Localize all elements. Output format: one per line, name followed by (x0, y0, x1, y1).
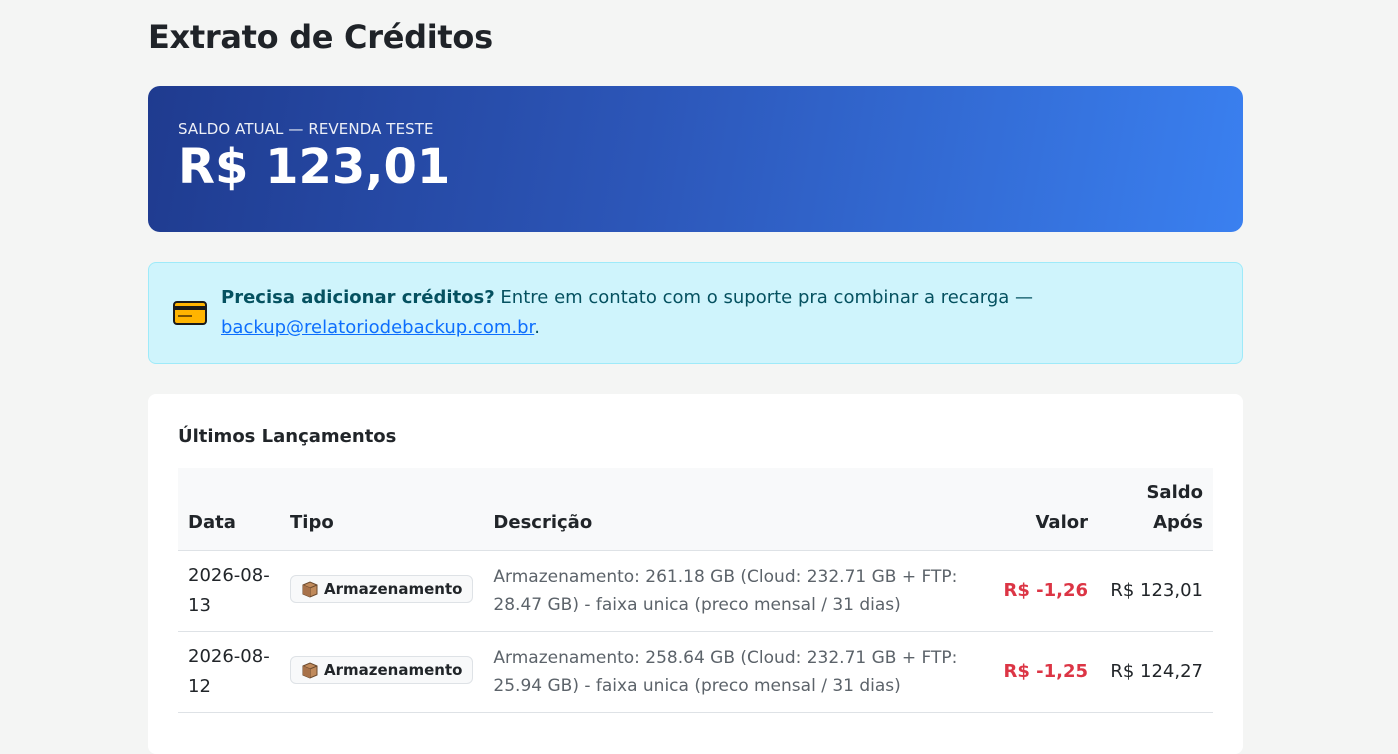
column-header-tipo: Tipo (280, 468, 484, 551)
type-badge: Armazenamento (290, 655, 474, 684)
info-suffix: . (534, 317, 541, 338)
launches-table: Data Tipo Descrição Valor Saldo Após 202… (178, 468, 1213, 713)
column-header-valor: Valor (976, 468, 1098, 551)
info-body: Entre em contato com o suporte pra combi… (494, 287, 1033, 308)
info-text: Precisa adicionar créditos? Entre em con… (221, 283, 1033, 343)
row-saldo: R$ 124,27 (1098, 631, 1213, 713)
launches-title: Últimos Lançamentos (178, 426, 397, 447)
type-badge-label: Armazenamento (324, 579, 463, 598)
column-header-data: Data (178, 468, 280, 551)
page-container: Extrato de Créditos SALDO ATUAL — REVEND… (148, 0, 1243, 754)
support-email-link[interactable]: backup@relatoriodebackup.com.br (221, 317, 534, 338)
row-valor: R$ -1,26 (976, 550, 1098, 632)
package-icon (302, 580, 318, 598)
package-icon (302, 661, 318, 679)
balance-label: SALDO ATUAL — REVENDA TESTE (178, 120, 434, 138)
row-data: 2026-08-13 (178, 550, 280, 632)
row-tipo: Armazenamento (280, 550, 484, 632)
info-title: Precisa adicionar créditos? (221, 287, 495, 308)
launches-panel: Últimos Lançamentos Data Tipo Descrição … (148, 394, 1243, 754)
row-descricao: Armazenamento: 261.18 GB (Cloud: 232.71 … (483, 550, 976, 632)
table-row: 2026-08-12 Armazenamento Armazenamento: … (178, 631, 1213, 713)
row-saldo: R$ 123,01 (1098, 550, 1213, 632)
row-tipo: Armazenamento (280, 631, 484, 713)
table-header-row: Data Tipo Descrição Valor Saldo Após (178, 468, 1213, 551)
type-badge: Armazenamento (290, 574, 474, 603)
type-badge-label: Armazenamento (324, 660, 463, 679)
credit-card-icon (173, 301, 207, 325)
balance-card: SALDO ATUAL — REVENDA TESTE R$ 123,01 (148, 86, 1243, 232)
page-title: Extrato de Créditos (148, 18, 493, 56)
column-header-saldo: Saldo Após (1098, 468, 1213, 551)
row-valor: R$ -1,25 (976, 631, 1098, 713)
row-descricao: Armazenamento: 258.64 GB (Cloud: 232.71 … (483, 631, 976, 713)
info-alert: Precisa adicionar créditos? Entre em con… (148, 262, 1243, 364)
row-data: 2026-08-12 (178, 631, 280, 713)
balance-value: R$ 123,01 (178, 139, 451, 195)
table-row: 2026-08-13 Armazenamento Armazenamento: … (178, 550, 1213, 632)
column-header-descricao: Descrição (483, 468, 976, 551)
